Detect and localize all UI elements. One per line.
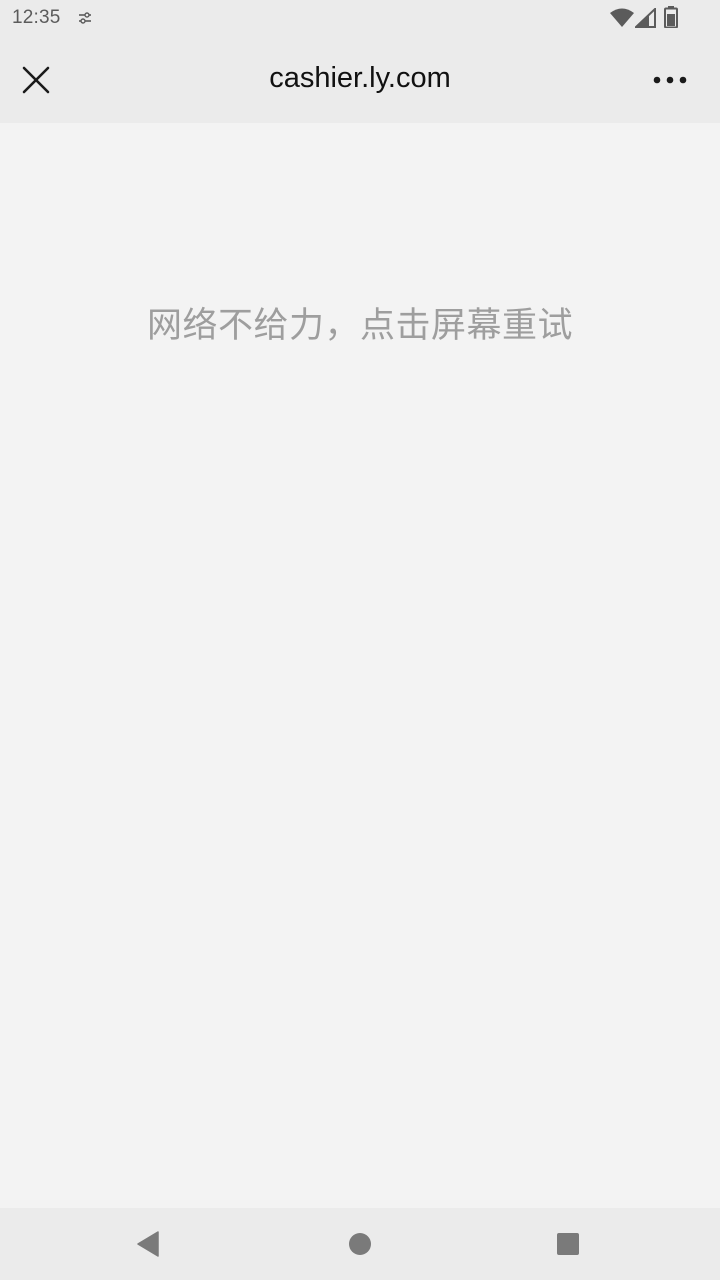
title-bar: cashier.ly.com (0, 36, 720, 123)
home-button[interactable] (338, 1222, 382, 1266)
page-title: cashier.ly.com (269, 62, 451, 94)
more-button[interactable] (644, 56, 696, 104)
signal-icon (635, 8, 656, 28)
recents-icon (557, 1233, 579, 1255)
retry-area[interactable]: 网络不给力，点击屏幕重试 (0, 123, 720, 1208)
back-icon (137, 1231, 159, 1257)
screen: 12:35 cashier.ly.com 网络不给力，点击屏幕重试 (0, 0, 720, 1280)
settings-icon (79, 12, 91, 24)
network-error-message: 网络不给力，点击屏幕重试 (146, 306, 573, 346)
more-icon (653, 76, 687, 84)
navigation-bar (0, 1208, 720, 1280)
recents-button[interactable] (546, 1222, 590, 1266)
wifi-icon (610, 8, 634, 27)
back-button[interactable] (126, 1222, 170, 1266)
battery-icon (664, 6, 678, 28)
close-button[interactable] (12, 56, 60, 104)
close-icon (22, 66, 50, 94)
status-time: 12:35 (12, 7, 61, 28)
status-bar: 12:35 (0, 0, 720, 36)
home-icon (349, 1233, 371, 1255)
